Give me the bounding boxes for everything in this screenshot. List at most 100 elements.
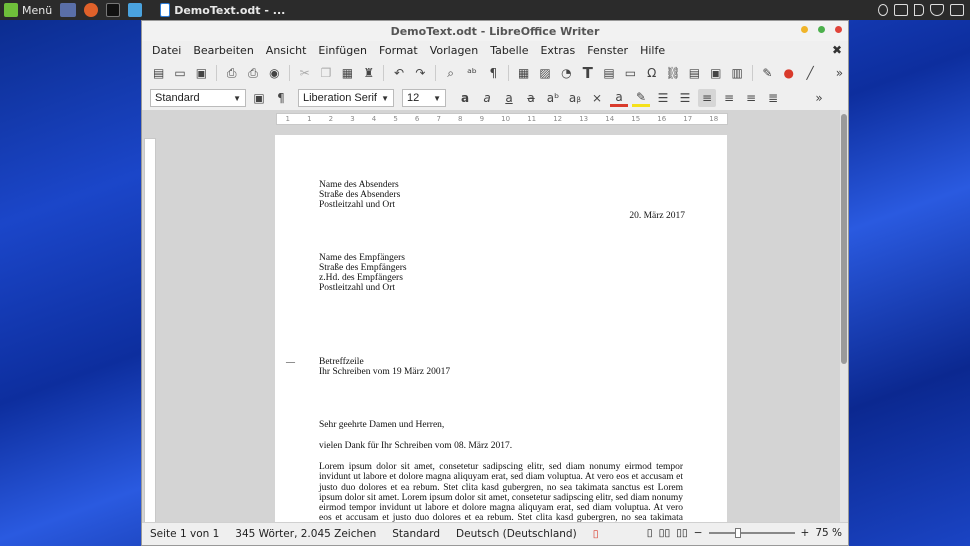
- export-pdf-icon[interactable]: ⎙: [223, 64, 240, 82]
- align-right-icon[interactable]: ≡: [742, 89, 760, 107]
- minimize-icon[interactable]: [801, 26, 808, 33]
- save-icon[interactable]: ▣: [193, 64, 210, 82]
- clear-formatting-icon[interactable]: ⨯: [588, 89, 606, 107]
- recipient-name: Name des Empfängers: [319, 253, 405, 263]
- single-page-view-icon[interactable]: ▯: [647, 527, 653, 539]
- line-icon[interactable]: ╱: [801, 64, 818, 82]
- copy-icon[interactable]: ❐: [317, 64, 334, 82]
- toolbar2-overflow-icon[interactable]: »: [810, 89, 828, 107]
- display-icon[interactable]: [894, 4, 908, 16]
- menu-ansicht[interactable]: Ansicht: [260, 44, 313, 57]
- word-count[interactable]: 345 Wörter, 2.045 Zeichen: [227, 528, 384, 540]
- language[interactable]: Deutsch (Deutschland): [448, 528, 585, 540]
- chevron-down-icon: ▼: [233, 93, 241, 103]
- menu-format[interactable]: Format: [373, 44, 424, 57]
- ruler-tick: 7: [436, 115, 441, 123]
- maximize-icon[interactable]: [818, 26, 825, 33]
- window-titlebar[interactable]: DemoText.odt - LibreOffice Writer: [142, 21, 848, 41]
- track-changes-icon[interactable]: ▥: [728, 64, 745, 82]
- print-icon[interactable]: ⎙: [244, 64, 261, 82]
- close-icon[interactable]: [835, 26, 842, 33]
- menu-extras[interactable]: Extras: [534, 44, 581, 57]
- special-character-icon[interactable]: Ω: [643, 64, 660, 82]
- underline-icon[interactable]: a: [500, 89, 518, 107]
- justify-icon[interactable]: ≣: [764, 89, 782, 107]
- spelling-icon[interactable]: ᵃᵇ: [463, 64, 480, 82]
- terminal-launcher[interactable]: [102, 0, 124, 20]
- align-center-icon[interactable]: ≡: [720, 89, 738, 107]
- strikethrough-icon[interactable]: a: [522, 89, 540, 107]
- insert-pagebreak-icon[interactable]: ▤: [600, 64, 617, 82]
- book-view-icon[interactable]: ▯▯: [676, 527, 688, 539]
- start-menu-button[interactable]: Menü: [0, 0, 56, 20]
- network-icon[interactable]: [950, 4, 964, 16]
- align-left-icon[interactable]: ≡: [698, 89, 716, 107]
- scrollbar-thumb[interactable]: [841, 114, 847, 364]
- update-style-icon[interactable]: ▣: [250, 89, 268, 107]
- print-preview-icon[interactable]: ◉: [266, 64, 283, 82]
- page-count[interactable]: Seite 1 von 1: [142, 528, 227, 540]
- horizontal-ruler[interactable]: 1 1 2 3 4 5 6 7 8 9 10 11 12 13 14 15 16…: [276, 113, 728, 125]
- font-size-select[interactable]: 12 ▼: [402, 89, 446, 107]
- zoom-slider-handle[interactable]: [734, 528, 741, 538]
- menu-bearbeiten[interactable]: Bearbeiten: [187, 44, 259, 57]
- paste-icon[interactable]: ▦: [339, 64, 356, 82]
- zoom-slider[interactable]: [708, 528, 795, 538]
- comment-icon[interactable]: ▣: [707, 64, 724, 82]
- menu-tabelle[interactable]: Tabelle: [484, 44, 534, 57]
- zoom-control: ▯ ▯▯ ▯▯ − + 75 %: [647, 527, 842, 539]
- taskbar-window-writer[interactable]: DemoText.odt - ...: [156, 0, 289, 20]
- redo-icon[interactable]: ↷: [412, 64, 429, 82]
- undo-icon[interactable]: ↶: [390, 64, 407, 82]
- italic-icon[interactable]: a: [478, 89, 496, 107]
- font-color-icon[interactable]: a: [610, 89, 628, 107]
- close-document-icon[interactable]: ✖: [832, 43, 842, 57]
- vertical-ruler[interactable]: [144, 138, 156, 524]
- menu-vorlagen[interactable]: Vorlagen: [424, 44, 484, 57]
- menu-einfuegen[interactable]: Einfügen: [312, 44, 373, 57]
- numbered-list-icon[interactable]: ☰: [676, 89, 694, 107]
- bullet-list-icon[interactable]: ☰: [654, 89, 672, 107]
- insert-chart-icon[interactable]: ◔: [558, 64, 575, 82]
- zoom-in-icon[interactable]: +: [801, 527, 810, 539]
- open-icon[interactable]: ▭: [171, 64, 188, 82]
- bold-icon[interactable]: a: [456, 89, 474, 107]
- superscript-icon[interactable]: aᵇ: [544, 89, 562, 107]
- document-modified-icon[interactable]: ▯: [585, 528, 607, 540]
- user-icon[interactable]: [878, 4, 888, 16]
- shield-icon[interactable]: [930, 4, 944, 16]
- ruler-tick: 4: [371, 115, 377, 123]
- menu-hilfe[interactable]: Hilfe: [634, 44, 671, 57]
- subscript-icon[interactable]: aᵦ: [566, 89, 584, 107]
- new-document-icon[interactable]: ▤: [150, 64, 167, 82]
- record-icon[interactable]: ●: [780, 64, 797, 82]
- volume-icon[interactable]: [914, 4, 924, 16]
- font-name-select[interactable]: Liberation Serif ▼: [298, 89, 394, 107]
- insert-field-icon[interactable]: ▭: [622, 64, 639, 82]
- cut-icon[interactable]: ✂: [296, 64, 313, 82]
- show-desktop-button[interactable]: [56, 0, 80, 20]
- vertical-scrollbar[interactable]: [840, 110, 848, 524]
- highlight-color-icon[interactable]: ✎: [632, 89, 650, 107]
- footnote-icon[interactable]: ▤: [686, 64, 703, 82]
- document-page[interactable]: Name des Absenders Straße des Absenders …: [275, 135, 727, 524]
- insert-textbox-icon[interactable]: T: [579, 64, 596, 82]
- new-style-icon[interactable]: ¶: [272, 89, 290, 107]
- files-launcher[interactable]: [124, 0, 146, 20]
- menu-fenster[interactable]: Fenster: [581, 44, 634, 57]
- formatting-marks-icon[interactable]: ¶: [485, 64, 502, 82]
- find-replace-icon[interactable]: ⌕: [442, 64, 459, 82]
- page-style[interactable]: Standard: [384, 528, 448, 540]
- toolbar-overflow-icon[interactable]: »: [831, 64, 848, 82]
- draw-functions-icon[interactable]: ✎: [759, 64, 776, 82]
- zoom-value[interactable]: 75 %: [815, 527, 842, 539]
- hyperlink-icon[interactable]: ⛓: [664, 64, 681, 82]
- menu-datei[interactable]: Datei: [146, 44, 187, 57]
- paragraph-style-select[interactable]: Standard ▼: [150, 89, 246, 107]
- insert-image-icon[interactable]: ▨: [536, 64, 553, 82]
- clone-formatting-icon[interactable]: ♜: [360, 64, 377, 82]
- zoom-out-icon[interactable]: −: [694, 527, 703, 539]
- firefox-launcher[interactable]: [80, 0, 102, 20]
- insert-table-icon[interactable]: ▦: [515, 64, 532, 82]
- multi-page-view-icon[interactable]: ▯▯: [659, 527, 671, 539]
